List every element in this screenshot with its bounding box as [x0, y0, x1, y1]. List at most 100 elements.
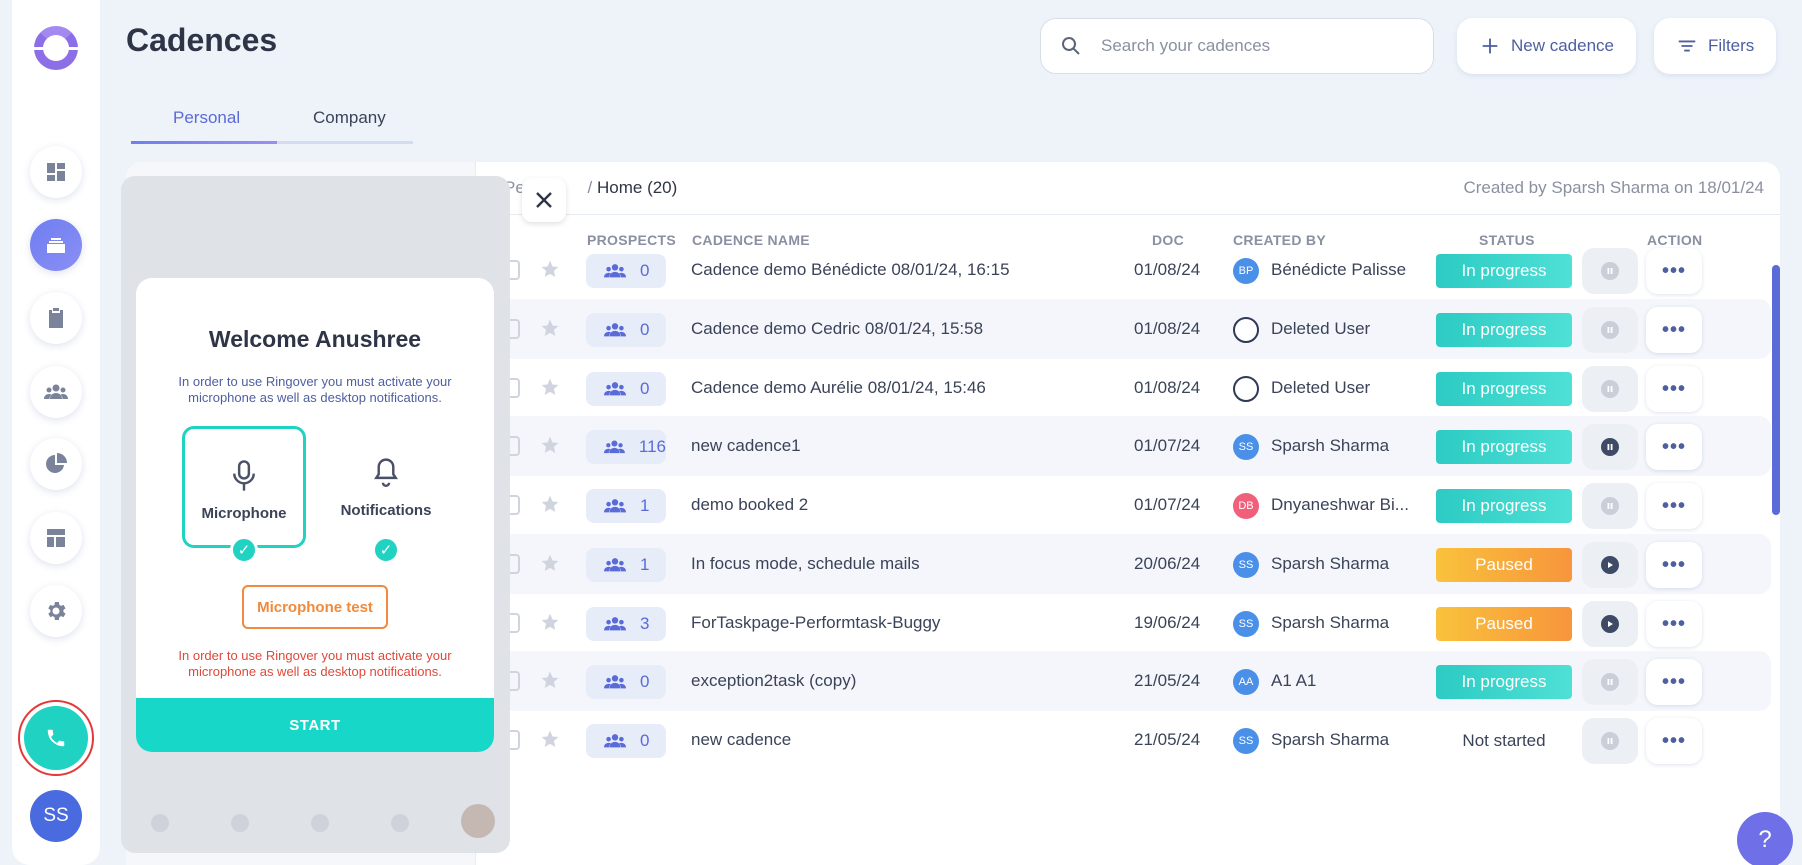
cadence-name[interactable]: demo booked 2	[691, 495, 808, 515]
star-icon[interactable]	[540, 494, 560, 514]
prospects-badge[interactable]: 0	[586, 254, 666, 288]
cadence-date: 01/07/24	[1134, 495, 1201, 514]
cadence-name[interactable]: new cadence	[691, 730, 791, 750]
star-icon[interactable]	[540, 553, 560, 573]
notifications-permission[interactable]: Notifications	[324, 426, 448, 548]
cadence-name[interactable]: new cadence1	[691, 436, 801, 456]
toggle-cadence-button[interactable]	[1582, 483, 1638, 529]
more-options-button[interactable]: •••	[1646, 718, 1702, 764]
toggle-cadence-button[interactable]	[1582, 601, 1638, 647]
tab-company[interactable]: Company	[313, 108, 386, 128]
help-icon[interactable]: ?	[1737, 812, 1793, 865]
tab-personal[interactable]: Personal	[173, 108, 240, 128]
cadence-name[interactable]: exception2task (copy)	[691, 671, 856, 691]
creator-avatar: SS	[1233, 728, 1259, 754]
toggle-cadence-button[interactable]	[1582, 659, 1638, 705]
creator-avatar: BP	[1233, 258, 1259, 284]
cadence-name[interactable]: In focus mode, schedule mails	[691, 554, 920, 574]
star-icon[interactable]	[540, 729, 560, 749]
cadences-icon[interactable]	[30, 219, 82, 271]
more-options-button[interactable]: •••	[1646, 483, 1702, 529]
star-icon[interactable]	[540, 377, 560, 397]
toggle-cadence-button[interactable]	[1582, 307, 1638, 353]
more-options-button[interactable]: •••	[1646, 601, 1702, 647]
call-button-wrapper	[18, 700, 94, 776]
filters-button[interactable]: Filters	[1654, 18, 1777, 74]
search-box[interactable]	[1040, 18, 1434, 74]
row-checkbox[interactable]	[510, 319, 520, 339]
more-options-button[interactable]: •••	[1646, 542, 1702, 588]
search-input[interactable]	[1101, 36, 1401, 56]
prospects-badge[interactable]: 1	[586, 548, 666, 582]
toggle-cadence-button[interactable]	[1582, 542, 1638, 588]
prospects-badge[interactable]: 116	[586, 430, 666, 464]
row-checkbox[interactable]	[510, 436, 520, 456]
star-icon[interactable]	[540, 435, 560, 455]
row-checkbox[interactable]	[510, 671, 520, 691]
prospects-badge[interactable]: 0	[586, 313, 666, 347]
phone-icon[interactable]	[24, 706, 88, 770]
gear-icon[interactable]	[30, 585, 82, 637]
more-options-button[interactable]: •••	[1646, 366, 1702, 412]
row-checkbox[interactable]	[510, 613, 520, 633]
row-checkbox[interactable]	[510, 378, 520, 398]
people-icon[interactable]	[30, 366, 82, 418]
toggle-cadence-button[interactable]	[1582, 248, 1638, 294]
status-badge: In progress	[1436, 665, 1572, 699]
table-row[interactable]: 0 Cadence demo Cedric 08/01/24, 15:58 01/0…	[476, 299, 1771, 359]
prospects-badge[interactable]: 1	[586, 489, 666, 523]
cadence-name[interactable]: ForTaskpage-Performtask-Buggy	[691, 613, 940, 633]
status-badge: Paused	[1436, 607, 1572, 641]
prospects-badge[interactable]: 0	[586, 724, 666, 758]
toggle-cadence-button[interactable]	[1582, 718, 1638, 764]
table-row[interactable]: 1 In focus mode, schedule mails 20/06/24 SS…	[476, 534, 1771, 594]
prospects-badge[interactable]: 0	[586, 665, 666, 699]
more-options-button[interactable]: •••	[1646, 307, 1702, 353]
status-badge: In progress	[1436, 430, 1572, 464]
more-icon: •••	[1661, 730, 1686, 752]
template-icon[interactable]	[30, 512, 82, 564]
microphone-test-button[interactable]: Microphone test	[242, 585, 388, 629]
star-icon[interactable]	[540, 670, 560, 690]
star-icon[interactable]	[540, 612, 560, 632]
user-avatar[interactable]: SS	[30, 790, 82, 842]
prospects-badge[interactable]: 0	[586, 372, 666, 406]
row-checkbox[interactable]	[510, 260, 520, 280]
star-icon[interactable]	[540, 259, 560, 279]
more-options-button[interactable]: •••	[1646, 659, 1702, 705]
new-cadence-label: New cadence	[1511, 36, 1615, 55]
cadence-name[interactable]: Cadence demo Cedric 08/01/24, 15:58	[691, 319, 983, 339]
creator-name: Dnyaneshwar Bi...	[1271, 495, 1409, 514]
cadence-name[interactable]: Cadence demo Aurélie 08/01/24, 15:46	[691, 378, 986, 398]
table-row[interactable]: 3 ForTaskpage-Performtask-Buggy 19/06/24 SS…	[476, 593, 1771, 653]
table-row[interactable]: 1 demo booked 2 01/07/24 DB Dnyaneshwar Bi..…	[476, 475, 1771, 535]
more-options-button[interactable]: •••	[1646, 424, 1702, 470]
table-row[interactable]: 0 Cadence demo Aurélie 08/01/24, 15:46 01/…	[476, 358, 1771, 418]
table-row[interactable]: 0 exception2task (copy) 21/05/24 AA A1 A1 In …	[476, 651, 1771, 711]
clipboard-icon[interactable]	[30, 292, 82, 344]
row-checkbox[interactable]	[510, 554, 520, 574]
toggle-cadence-button[interactable]	[1582, 366, 1638, 412]
table-row[interactable]: 0 new cadence 21/05/24 SS Sparsh Sharma Not s…	[476, 710, 1771, 770]
status-badge: Paused	[1436, 548, 1572, 582]
more-options-button[interactable]: •••	[1646, 248, 1702, 294]
cadence-name[interactable]: Cadence demo Bénédicte 08/01/24, 16:15	[691, 260, 1010, 280]
cadence-date: 01/08/24	[1134, 260, 1201, 279]
pie-chart-icon[interactable]	[30, 438, 82, 490]
prospects-badge[interactable]: 3	[586, 607, 666, 641]
start-button[interactable]: START	[136, 698, 494, 752]
star-icon[interactable]	[540, 318, 560, 338]
row-checkbox[interactable]	[510, 730, 520, 750]
toggle-cadence-button[interactable]	[1582, 424, 1638, 470]
scrollbar[interactable]	[1772, 265, 1780, 515]
status-badge: Not started	[1462, 731, 1546, 750]
new-cadence-button[interactable]: New cadence	[1457, 18, 1637, 74]
creator-name: Deleted User	[1271, 319, 1371, 338]
microphone-permission[interactable]: Microphone	[182, 426, 306, 548]
table-row[interactable]: 116 new cadence1 01/07/24 SS Sparsh Sharma In…	[476, 416, 1771, 476]
dashboard-icon[interactable]	[30, 146, 82, 198]
table-row[interactable]: 0 Cadence demo Bénédicte 08/01/24, 16:15 0…	[476, 240, 1771, 300]
close-widget-button[interactable]	[522, 178, 566, 222]
row-checkbox[interactable]	[510, 495, 520, 515]
prospects-count: 0	[640, 379, 650, 398]
